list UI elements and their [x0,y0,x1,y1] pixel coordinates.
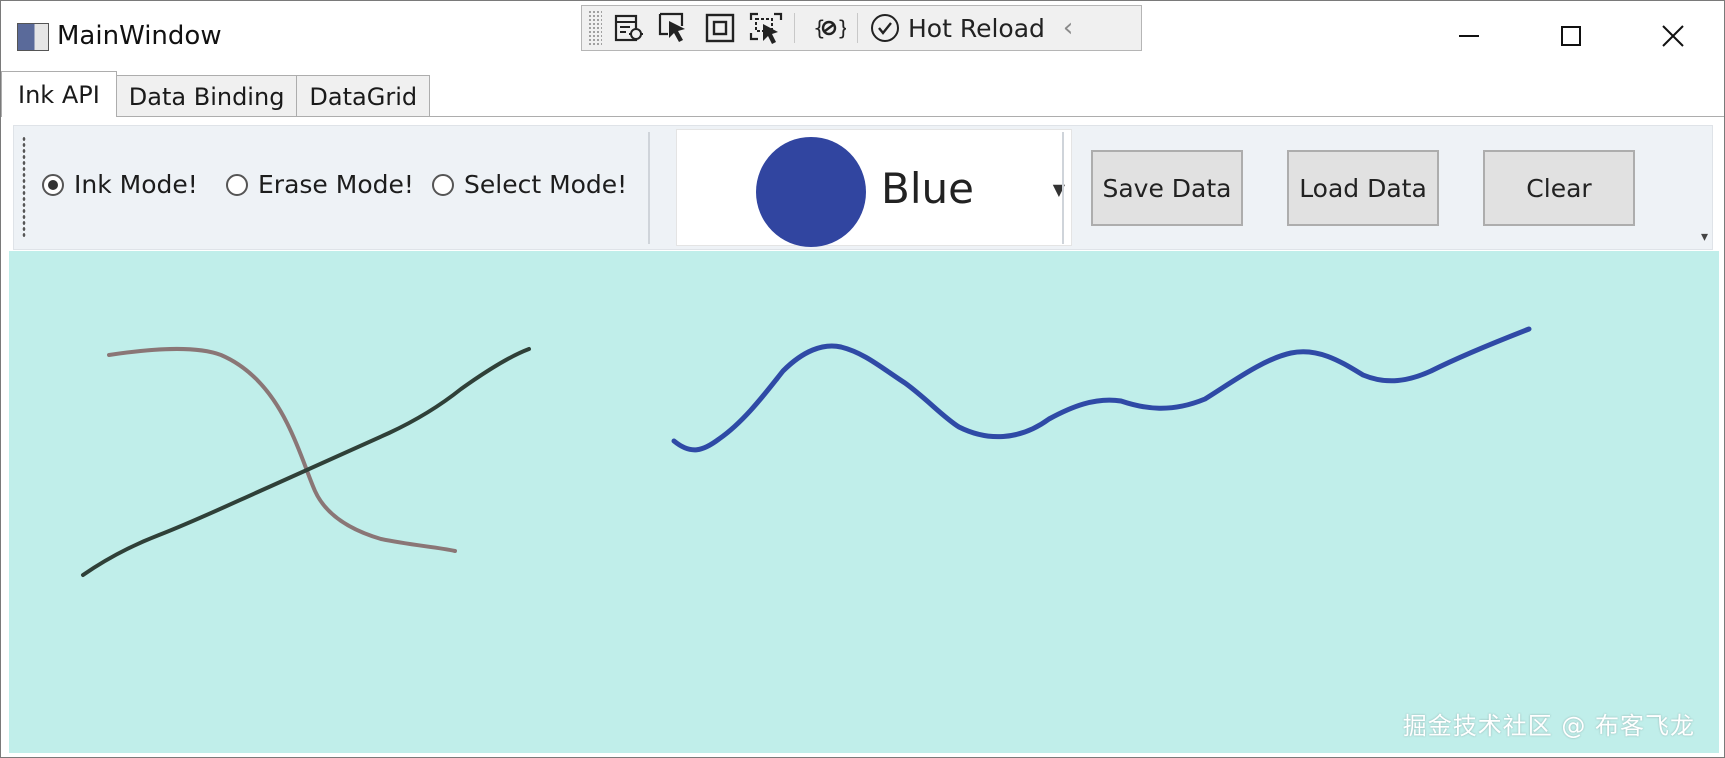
radio-indicator [432,173,454,196]
track-focused-element-icon[interactable] [746,8,786,48]
clear-button[interactable]: Clear [1483,150,1635,226]
live-visual-tree-icon[interactable] [608,8,648,48]
erase-mode-radio[interactable]: Erase Mode! [226,170,414,199]
maximize-button[interactable] [1520,1,1622,71]
watermark: 掘金技术社区 @ 布客飞龙 [1402,712,1695,740]
save-data-button[interactable]: Save Data [1091,150,1243,226]
hot-reload-label: Hot Reload [908,13,1045,43]
toolbar-separator [1062,132,1064,244]
color-combobox[interactable]: Blue ▼ [676,129,1072,247]
tab-ink-api[interactable]: Ink API [1,71,117,117]
minimize-button[interactable] [1418,1,1520,71]
select-mode-radio[interactable]: Select Mode! [432,170,627,199]
title-bar[interactable]: MainWindow {} Hot Reload [1,1,1724,71]
close-button[interactable] [1622,1,1724,71]
toolbar-separator [857,13,858,43]
radio-indicator [42,173,64,196]
select-mode-label: Select Mode! [464,170,628,199]
load-data-button[interactable]: Load Data [1287,150,1439,226]
ink-mode-radio[interactable]: Ink Mode! [42,170,198,199]
color-swatch [756,137,866,247]
ink-stroke[interactable] [671,326,1532,453]
binding-failures-icon[interactable]: {} [809,8,849,48]
radio-indicator [226,173,248,196]
window-controls [1418,1,1724,71]
tab-panel-border [1,116,1724,117]
tab-strip: Ink API Data Binding DataGrid [1,71,431,117]
maximize-icon [1561,26,1581,46]
app-icon [17,23,49,51]
select-element-icon[interactable] [654,8,694,48]
main-window: MainWindow {} Hot Reload [0,0,1725,758]
hot-reload-status[interactable]: Hot Reload [870,13,1045,43]
collapse-toolbar-icon[interactable]: ‹ [1063,13,1073,43]
svg-text:}: } [837,16,846,40]
ink-stroke[interactable] [107,346,457,553]
toolbar-overflow-icon[interactable]: ▾ [1701,229,1708,245]
selected-color-label: Blue [881,164,974,213]
xaml-debug-toolbar: {} Hot Reload ‹ [581,5,1142,51]
ink-toolbar: Ink Mode! Erase Mode! Select Mode! Blue … [13,125,1713,250]
window-title: MainWindow [57,21,222,51]
display-layout-adorners-icon[interactable] [700,8,740,48]
minimize-icon [1459,35,1479,37]
tab-datagrid[interactable]: DataGrid [296,75,431,117]
check-circle-icon [871,14,899,42]
toolbar-grip[interactable] [588,10,602,46]
close-icon [1662,25,1684,47]
ink-canvas[interactable]: 掘金技术社区 @ 布客飞龙 [9,251,1719,753]
ink-stroke[interactable] [81,347,531,577]
erase-mode-label: Erase Mode! [258,170,414,199]
tab-data-binding[interactable]: Data Binding [115,75,298,117]
toolbar-separator [648,132,650,244]
toolbar-separator [794,13,795,43]
ink-mode-label: Ink Mode! [74,170,198,199]
toolbar-grip[interactable] [22,136,26,238]
